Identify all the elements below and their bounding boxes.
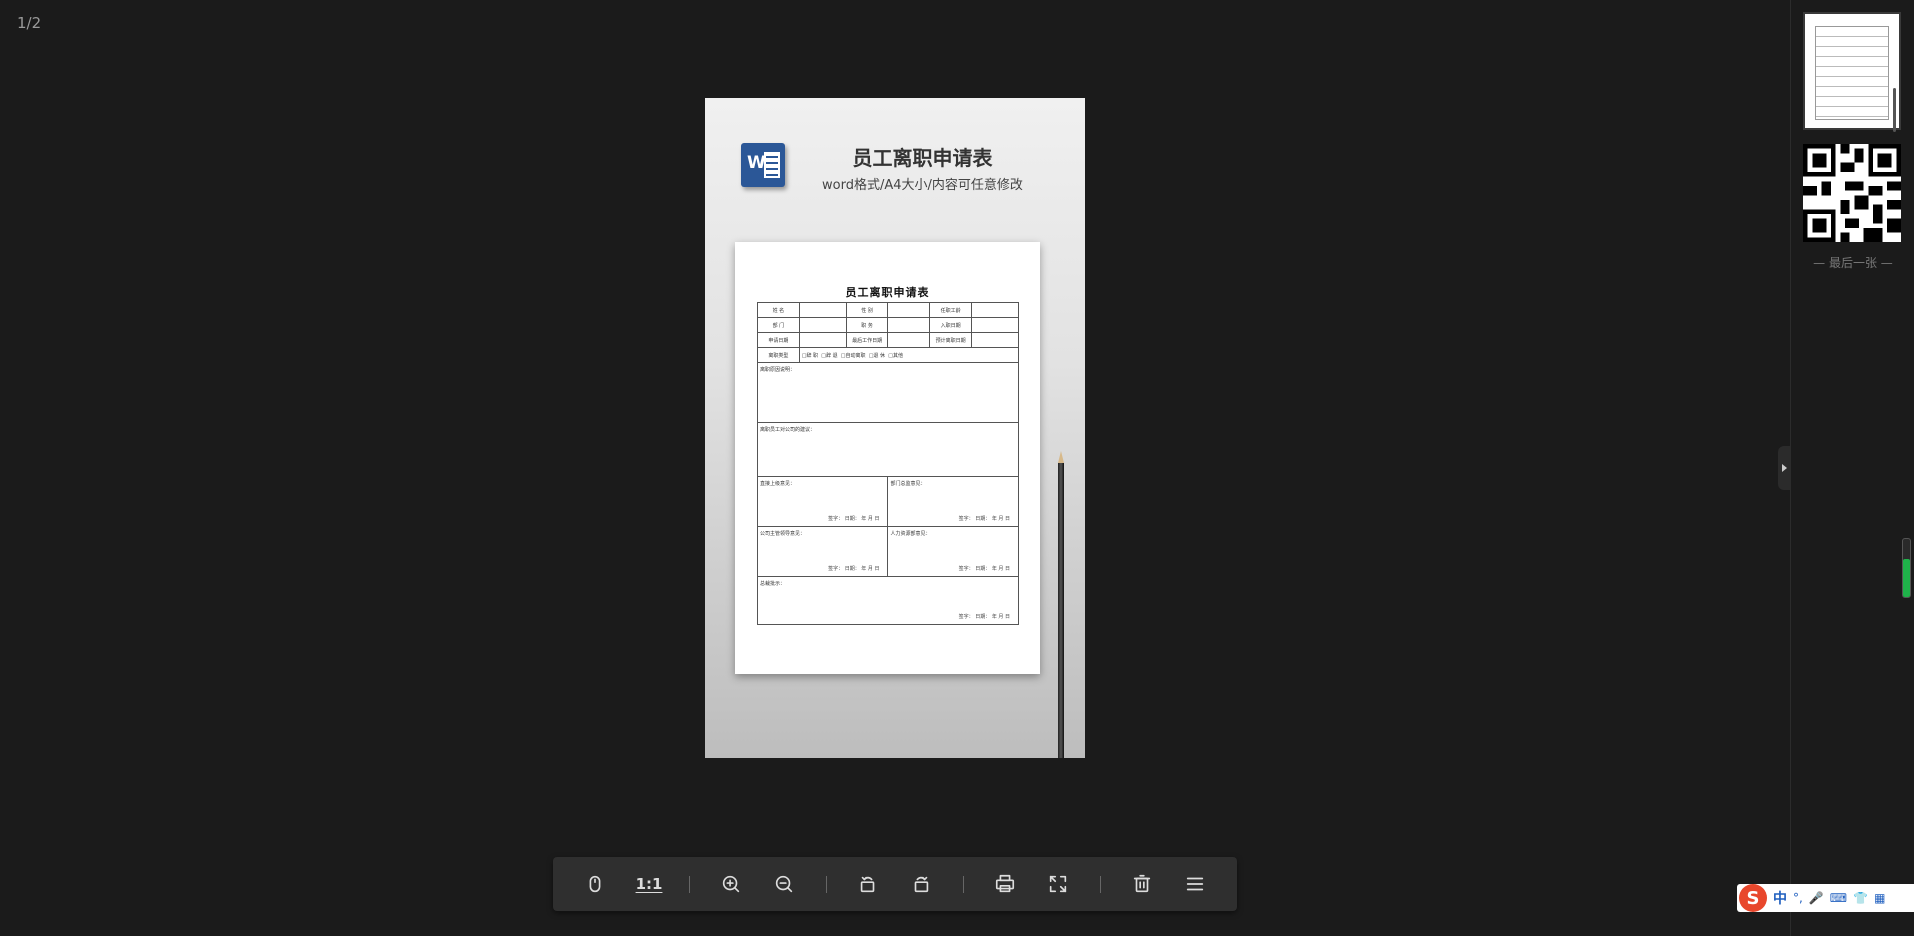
- delete-button[interactable]: [1126, 868, 1158, 900]
- table-row: 离职员工对公司的建议：: [757, 422, 1019, 477]
- table-row: 离职原因说明：: [757, 362, 1019, 423]
- ime-status-bar[interactable]: S 中 °, 🎤 ⌨ 👕 ▦: [1737, 884, 1914, 912]
- header-title: 员工离职申请表: [852, 146, 993, 170]
- zoom-in-icon: [722, 875, 740, 893]
- page-thumbnail[interactable]: [1803, 12, 1901, 130]
- progress-indicator: [1902, 538, 1911, 598]
- form-title: 员工离职申请表: [845, 286, 930, 299]
- table-row: 公司主管领导意见： 签字： 日期： 年 月 日 人力资源部意见： 签字： 日期： 年…: [756, 526, 1019, 577]
- thumbnail-panel: — 最后一张 —: [1790, 0, 1914, 936]
- print-button[interactable]: [989, 868, 1021, 900]
- table-row: 总裁批示： 签字： 日期： 年 月 日: [757, 576, 1019, 625]
- table-row: 离职类型 □辞 职 □辞 退 □自动离职 □退 休 □其他: [757, 347, 1020, 363]
- grid-menu-icon[interactable]: ▦: [1874, 891, 1885, 905]
- menu-button[interactable]: [1179, 868, 1211, 900]
- sogou-logo-icon: S: [1739, 884, 1767, 912]
- hamburger-menu-icon: [1186, 877, 1204, 891]
- printer-icon: [995, 874, 1015, 893]
- document-image: W 员工离职申请表 word格式/A4大小/内容可任意修改 员工离职申请表 姓 …: [705, 98, 1085, 758]
- table-row: 申请日期 最后工作日期 预计离职日期: [757, 332, 1020, 348]
- zoom-in-button[interactable]: [715, 868, 747, 900]
- last-image-label: — 最后一张 —: [1813, 256, 1893, 270]
- microphone-icon[interactable]: 🎤: [1809, 891, 1824, 905]
- thumbnail-scrollbar[interactable]: [1893, 88, 1896, 132]
- keyboard-icon[interactable]: ⌨: [1830, 891, 1847, 905]
- viewer-toolbar: 1:1: [553, 857, 1237, 911]
- rotate-right-button[interactable]: [905, 868, 937, 900]
- zoom-out-icon: [775, 875, 793, 893]
- pencil-image: [1058, 451, 1064, 758]
- fullscreen-button[interactable]: [1042, 868, 1074, 900]
- page-counter: 1/2: [17, 14, 42, 32]
- header-subtitle: word格式/A4大小/内容可任意修改: [822, 178, 1023, 193]
- ime-language[interactable]: 中: [1773, 888, 1787, 908]
- rotate-left-button[interactable]: [852, 868, 884, 900]
- actual-size-button[interactable]: 1:1: [633, 868, 665, 900]
- table-row: 姓 名性 别任职工龄: [757, 302, 1020, 318]
- zoom-out-button[interactable]: [768, 868, 800, 900]
- mouse-icon: [589, 875, 601, 893]
- trash-icon: [1133, 874, 1151, 893]
- mouse-mode-button[interactable]: [579, 868, 611, 900]
- table-row: 部 门职 务入职日期: [757, 317, 1020, 333]
- panel-collapse-handle[interactable]: [1778, 446, 1790, 490]
- rotate-right-icon: [914, 876, 929, 893]
- fullscreen-icon: [1049, 875, 1067, 893]
- rotate-left-icon: [860, 876, 875, 893]
- table-row: 直接上级意见： 签字： 日期： 年 月 日 部门总监意见： 签字： 日期： 年 月 …: [756, 476, 1019, 527]
- skin-icon[interactable]: 👕: [1853, 891, 1868, 905]
- resignation-form-table: 姓 名性 别任职工龄 部 门职 务入职日期 申请日期 最后工作日期 预计离职日期 离…: [756, 302, 1020, 625]
- form-paper: 员工离职申请表 姓 名性 别任职工龄 部 门职 务入职日期 申请日期 最后工作日期…: [735, 242, 1040, 674]
- ime-punctuation[interactable]: °,: [1793, 891, 1803, 905]
- qr-code-thumbnail[interactable]: [1803, 144, 1901, 242]
